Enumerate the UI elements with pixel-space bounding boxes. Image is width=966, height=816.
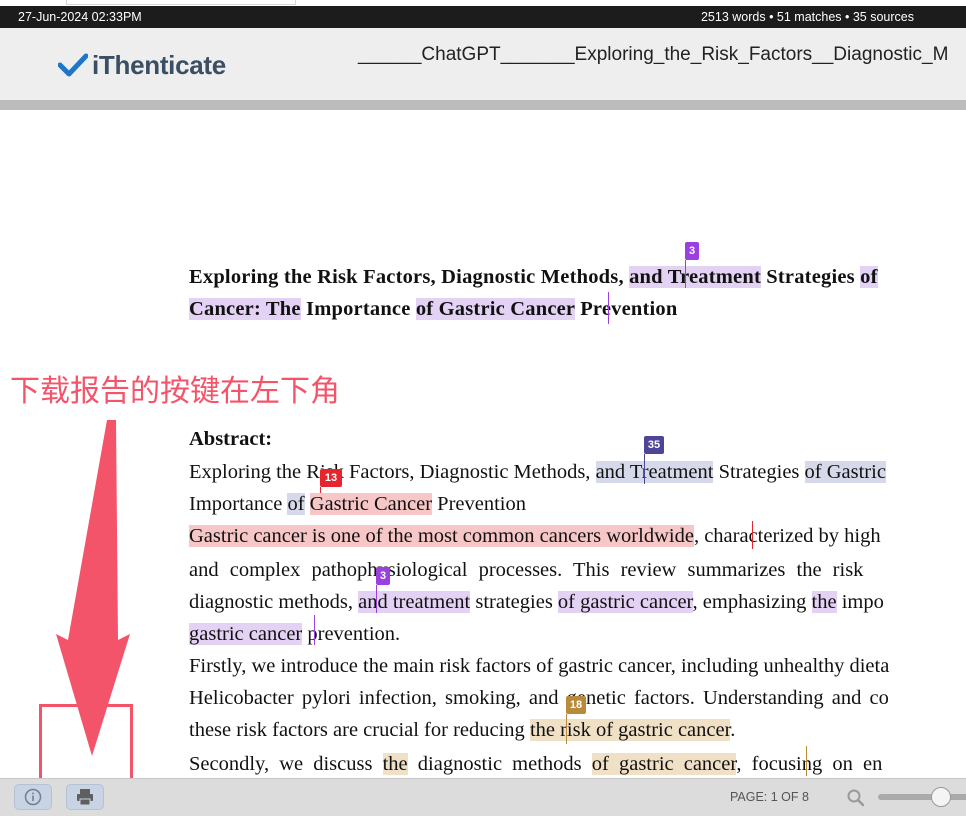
info-button[interactable] xyxy=(14,784,52,810)
source-marker[interactable]: 3 xyxy=(685,242,699,260)
match-highlight[interactable]: and Treatment xyxy=(629,266,761,288)
status-bar: 27-Jun-2024 02:33PM 2513 words • 51 matc… xyxy=(0,6,966,28)
report-stats: 2513 words • 51 matches • 35 sources xyxy=(700,10,914,24)
page-indicator: PAGE: 1 OF 8 xyxy=(730,790,809,804)
doc-title-line-1: Exploring the Risk Factors, Diagnostic M… xyxy=(189,266,878,288)
zoom-slider-handle[interactable] xyxy=(931,787,951,807)
marker-line xyxy=(685,260,686,288)
zoom-icon[interactable] xyxy=(846,788,866,808)
doc-line: diagnostic methods, and treatment strate… xyxy=(189,591,884,613)
toolbar-divider xyxy=(0,100,966,110)
zoom-slider[interactable] xyxy=(878,794,966,800)
match-highlight[interactable]: Gastric Cancer xyxy=(309,493,433,515)
marker-line xyxy=(806,746,807,776)
highlight-box xyxy=(39,704,133,778)
match-highlight[interactable]: of Gastric xyxy=(804,461,886,483)
header: iThenticate ______ChatGPT_______Explorin… xyxy=(0,28,966,101)
match-highlight[interactable]: gastric cancer xyxy=(189,623,303,645)
doc-line: Exploring the Risk Factors, Diagnostic M… xyxy=(189,461,886,483)
doc-line: Helicobacter pylori infection, smoking, … xyxy=(189,687,889,709)
report-datetime: 27-Jun-2024 02:33PM xyxy=(18,10,142,24)
marker-line xyxy=(752,521,753,549)
marker-line xyxy=(644,454,645,484)
match-highlight[interactable]: Cancer: The xyxy=(189,298,301,320)
checkmark-icon xyxy=(58,53,88,77)
ithenticate-logo[interactable]: iThenticate xyxy=(58,48,226,82)
document-page: Exploring the Risk Factors, Diagnostic M… xyxy=(0,110,966,778)
match-highlight[interactable]: and Treatment xyxy=(595,461,714,483)
print-button[interactable] xyxy=(66,784,104,810)
match-highlight[interactable]: of gastric cancer xyxy=(557,591,693,613)
document-title: ______ChatGPT_______Exploring_the_Risk_F… xyxy=(358,44,949,65)
info-icon xyxy=(24,788,42,806)
logo-text: iThenticate xyxy=(92,49,226,80)
doc-line: Importance of Gastric Cancer Prevention xyxy=(189,493,526,515)
doc-title-line-2: Cancer: The Importance of Gastric Cancer… xyxy=(189,298,678,320)
match-highlight[interactable]: the xyxy=(382,753,408,775)
marker-line xyxy=(376,585,377,613)
doc-line: Secondly, we discuss the diagnostic meth… xyxy=(189,753,883,775)
match-highlight[interactable]: and treatment xyxy=(358,591,471,613)
match-highlight[interactable]: the risk of gastric cancer xyxy=(529,719,731,741)
doc-line: and complex pathophysiological processes… xyxy=(189,559,864,581)
marker-line xyxy=(314,615,315,645)
match-highlight[interactable]: of xyxy=(860,266,878,288)
match-highlight[interactable]: of Gastric Cancer xyxy=(415,298,575,320)
match-highlight[interactable]: Gastric cancer is one of the most common… xyxy=(189,525,694,547)
doc-line: gastric cancer prevention. xyxy=(189,623,401,645)
source-marker[interactable]: 35 xyxy=(644,436,664,454)
source-marker[interactable]: 3 xyxy=(376,567,390,585)
doc-line: these risk factors are crucial for reduc… xyxy=(189,719,736,741)
abstract-heading: Abstract: xyxy=(189,428,273,450)
match-highlight[interactable]: of gastric cancer xyxy=(591,753,737,775)
marker-line xyxy=(608,292,609,324)
annotation-text: 下载报告的按键在左下角 xyxy=(10,375,340,408)
print-icon xyxy=(77,789,93,806)
top-edge-tab xyxy=(66,0,296,5)
source-marker[interactable]: 18 xyxy=(566,696,586,714)
doc-line: Firstly, we introduce the main risk fact… xyxy=(189,655,890,677)
marker-line xyxy=(566,714,567,744)
match-highlight[interactable]: the xyxy=(811,591,837,613)
doc-line: Gastric cancer is one of the most common… xyxy=(189,525,881,547)
footer-toolbar: PAGE: 1 OF 8 xyxy=(0,778,966,816)
match-highlight[interactable]: of xyxy=(287,493,305,515)
source-marker[interactable]: 13 xyxy=(320,469,342,487)
